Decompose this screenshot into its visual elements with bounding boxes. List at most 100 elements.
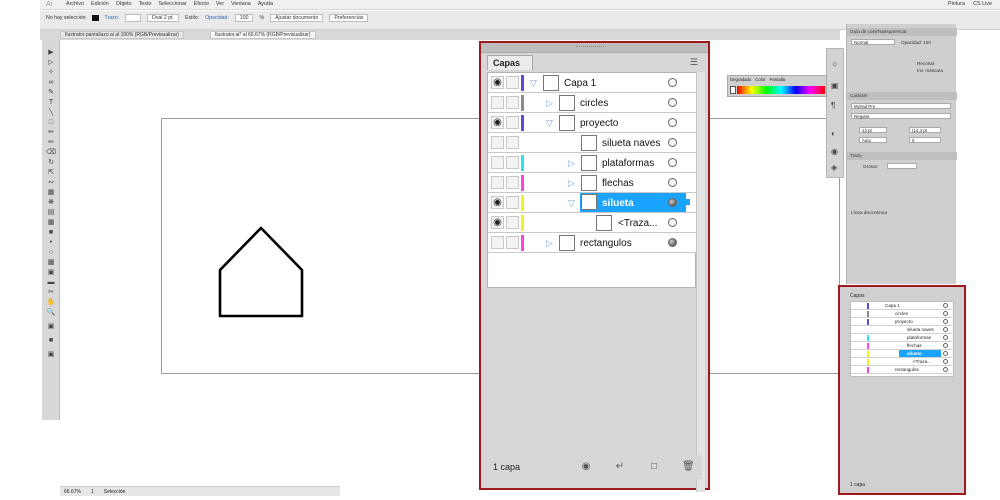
tracking-field[interactable]: 0 [909,137,941,143]
target-circle-icon[interactable] [668,158,677,167]
warp-tool-icon[interactable]: ∾ [45,178,57,187]
small-row-capa-1[interactable]: Capa 1 [851,302,955,310]
visibility-eye-icon[interactable] [491,236,504,249]
layer-name[interactable]: <Traza... [618,218,657,229]
small-row-rectangulos[interactable]: rectangulos [851,366,955,374]
lock-toggle[interactable] [506,76,519,89]
hand-tool-icon[interactable]: ✋ [45,298,57,307]
symbol-sprayer-icon[interactable]: ❋ [45,198,57,207]
house-shape[interactable] [214,222,310,322]
magic-wand-icon[interactable]: ✧ [45,68,57,77]
visibility-eye-icon[interactable] [491,96,504,109]
layer-name[interactable]: silueta [602,198,634,209]
workspace-switcher[interactable]: Pintura [948,1,965,7]
pen-tool-icon[interactable]: ✎ [45,88,57,97]
artboard-number[interactable]: 1 [91,489,94,495]
layer-name[interactable]: proyecto [580,118,618,129]
small-target-icon[interactable] [943,359,948,364]
visibility-eye-icon[interactable]: ◉ [491,196,504,209]
lock-toggle[interactable] [506,176,519,189]
tab-transparency[interactable]: Transparencia [877,29,906,34]
tab-pantalla[interactable]: Pantalla [770,77,786,82]
small-row-traza[interactable]: <Traza... [851,358,955,366]
small-layer-name[interactable]: plataformas [907,335,931,340]
trash-icon[interactable]: 🗑 [682,461,695,472]
layer-row-capa-1[interactable]: ◉ ▽ Capa 1 [488,73,697,93]
small-layer-name[interactable]: Capa 1 [885,303,900,308]
scale-tool-icon[interactable]: ⇱ [45,168,57,177]
small-layer-name[interactable]: circles [895,311,908,316]
make-clipping-mask-icon[interactable]: ◉ [580,461,592,472]
small-row-silueta-naves[interactable]: silueta naves [851,326,955,334]
layer-row-silueta-naves[interactable]: silueta naves [488,133,697,153]
document-setup-button[interactable]: Ajustar documento [270,14,324,22]
brush-tool-icon[interactable]: ✏ [45,128,57,137]
small-target-icon[interactable] [943,351,948,356]
font-family-select[interactable]: Myriad Pro [851,103,951,109]
preferences-button[interactable]: Preferencias [329,14,369,22]
target-circle-icon[interactable] [668,198,677,207]
mesh-tool-icon[interactable]: ▦ [45,218,57,227]
target-circle-icon[interactable] [668,178,677,187]
artboard-tool-icon[interactable]: ▣ [45,268,57,277]
tab-stroke[interactable]: Trazo [850,153,862,158]
small-row-plataformas[interactable]: plataformas [851,334,955,342]
expand-triangle-icon[interactable]: ▷ [546,238,553,249]
opacity-label[interactable]: Opacidad: [205,15,229,21]
clip-checkbox-label[interactable]: Recortar [917,61,935,66]
target-circle-icon[interactable] [668,78,677,87]
layer-row-plataformas[interactable]: ▷ plataformas [488,153,697,173]
menu-efecto[interactable]: Efecto [194,1,209,7]
layers-panel-header[interactable] [481,43,708,53]
lock-toggle[interactable] [506,236,519,249]
line-tool-icon[interactable]: ╲ [45,108,57,117]
panel-menu-icon[interactable]: ☰ [690,57,698,68]
lock-toggle[interactable] [506,96,519,109]
font-style-select[interactable]: Regular [851,113,951,119]
lock-toggle[interactable] [506,136,519,149]
free-transform-icon[interactable]: ▦ [45,188,57,197]
leading-field[interactable]: (14,4 pt [909,127,941,133]
symbols-icon[interactable]: ◈ [831,163,837,172]
live-paint-icon[interactable]: ▩ [45,258,57,267]
new-layer-icon[interactable]: □ [648,461,660,472]
zoom-tool-icon[interactable]: 🔍 [45,308,57,317]
target-circle-icon[interactable] [668,218,677,227]
eyedropper-icon[interactable]: • [45,238,57,247]
visibility-eye-icon[interactable]: ◉ [491,116,504,129]
small-row-silueta[interactable]: silueta [851,350,955,358]
rotate-tool-icon[interactable]: ↻ [45,158,57,167]
rectangle-tool-icon[interactable]: □ [45,118,57,127]
lock-toggle[interactable] [506,156,519,169]
stroke-weight-field[interactable] [125,14,141,22]
fill-stroke-icon[interactable]: ▣ [45,322,57,331]
kerning-field[interactable]: Auto [859,137,887,143]
layer-name[interactable]: circles [580,98,608,109]
menu-objeto[interactable]: Objeto [116,1,132,7]
pencil-tool-icon[interactable]: ✏ [45,138,57,147]
tab-character[interactable]: Carácter [850,93,868,98]
tab-degradado[interactable]: Degradado [730,77,751,82]
menu-ayuda[interactable]: Ayuda [258,1,273,7]
target-circle-icon[interactable] [668,238,677,247]
layers-scrollbar[interactable] [696,72,705,492]
tab-capas[interactable]: Capas [487,55,533,70]
small-target-icon[interactable] [943,335,948,340]
opacity-field[interactable]: 100 [234,14,254,22]
layer-name[interactable]: silueta naves [602,138,660,149]
graphic-styles-icon[interactable]: ◐ [831,129,836,138]
stroke-label[interactable]: Trazo: [105,15,120,21]
blend-mode-select[interactable]: Normal [851,39,895,45]
target-circle-icon[interactable] [668,118,677,127]
visibility-eye-icon[interactable]: ◉ [491,76,504,89]
layer-name[interactable]: flechas [602,178,634,189]
selection-tool-icon[interactable]: ▶ [45,48,57,57]
direct-selection-tool-icon[interactable]: ▷ [45,58,57,67]
layer-row-silueta[interactable]: ◉ ▽ silueta [488,193,697,213]
expand-triangle-icon[interactable]: ▽ [568,198,575,209]
visibility-eye-icon[interactable] [491,156,504,169]
expand-triangle-icon[interactable]: ▷ [568,178,575,189]
swatches-icon[interactable]: ▣ [831,81,839,90]
lasso-icon[interactable]: ∞ [45,78,57,87]
invert-mask-label[interactable]: Inv. máscara [917,68,943,73]
